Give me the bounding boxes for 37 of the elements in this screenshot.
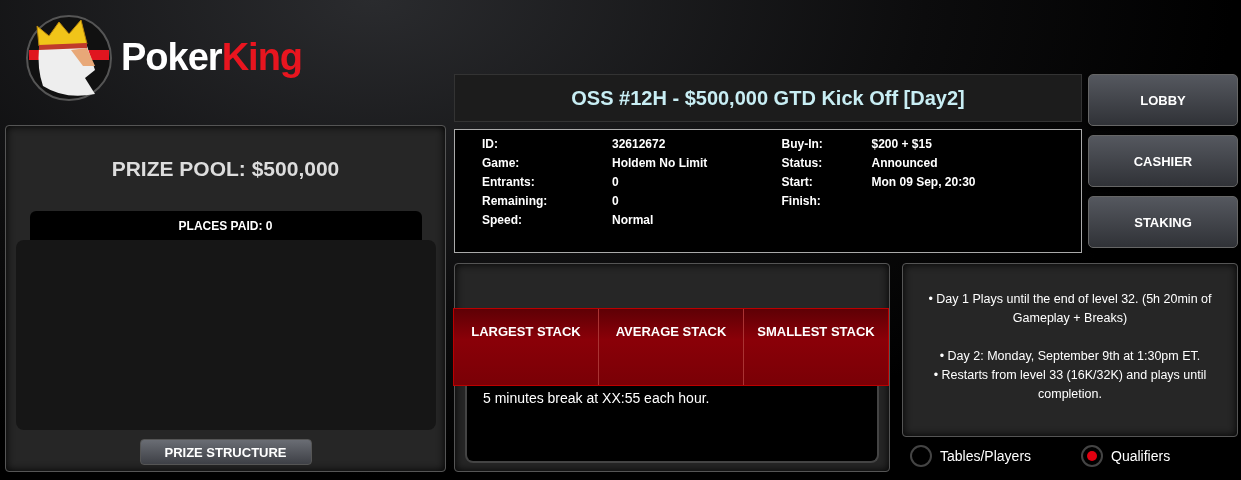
note-line: • Restarts from level 33 (16K/32K) and plays until completion. xyxy=(932,367,1208,403)
detail-value: $200 + $15 xyxy=(871,137,933,153)
detail-value: Normal xyxy=(612,213,655,229)
nav-button[interactable]: STAKING xyxy=(1088,196,1238,248)
stack-column-header: SMALLEST STACK xyxy=(756,323,876,341)
radio-button[interactable] xyxy=(910,445,932,467)
detail-label: Game: xyxy=(482,156,521,172)
tournament-title: OSS #12H - $500,000 GTD Kick Off [Day2] xyxy=(454,74,1082,122)
places-paid-header: PLACES PAID: 0 xyxy=(29,211,422,240)
radio-label[interactable]: Tables/Players xyxy=(940,448,1032,464)
detail-value: 32612672 xyxy=(612,137,667,153)
detail-value: Mon 09 Sep, 20:30 xyxy=(871,175,977,191)
detail-label: Speed: xyxy=(482,213,523,229)
king-logo-icon xyxy=(25,13,113,102)
detail-label: Remaining: xyxy=(482,194,549,210)
prize-structure-button[interactable]: PRIZE STRUCTURE xyxy=(139,439,312,465)
stack-column-header: AVERAGE STACK xyxy=(599,309,744,385)
nav-button[interactable]: LOBBY xyxy=(1088,74,1238,126)
radio-button[interactable] xyxy=(1081,445,1104,467)
detail-label: Buy-In: xyxy=(781,137,824,153)
detail-label: Start: xyxy=(781,175,814,191)
detail-value: 0 xyxy=(612,194,620,210)
note-line: • Day 1 Plays until the end of level 32. (5h 20min of Gameplay + Breaks) xyxy=(927,291,1213,327)
prize-pool-title: PRIZE POOL: $500,000 xyxy=(111,157,340,181)
radio-label[interactable]: Qualifiers xyxy=(1111,448,1171,464)
note-line: • Day 2: Monday, September 9th at 1:30pm ET. xyxy=(938,348,1202,365)
detail-label: Finish: xyxy=(781,194,822,210)
brand-wordmark: PokerKing xyxy=(121,36,303,79)
detail-value: Announced xyxy=(871,156,939,172)
nav-button[interactable]: CASHIER xyxy=(1088,135,1238,187)
detail-label: Entrants: xyxy=(482,175,536,191)
stack-column-header: LARGEST STACK xyxy=(454,309,599,385)
break-note: 5 minutes break at XX:55 each hour. xyxy=(465,386,879,463)
detail-label: Status: xyxy=(781,156,824,172)
detail-label: ID: xyxy=(482,137,499,153)
detail-value: 0 xyxy=(612,175,620,191)
detail-value: Holdem No Limit xyxy=(612,156,709,172)
